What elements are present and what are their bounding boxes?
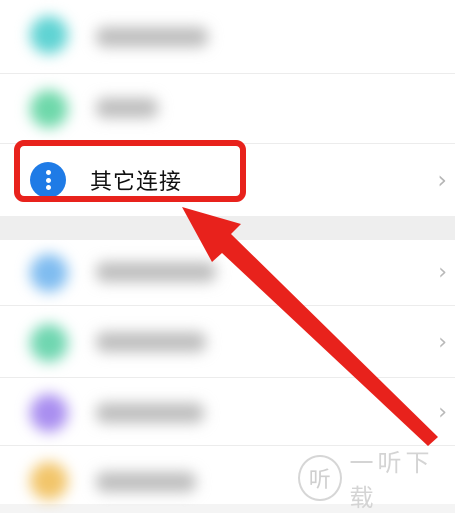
chevron-right-icon: › xyxy=(438,330,447,355)
list-item[interactable]: › xyxy=(0,240,455,306)
list-item[interactable] xyxy=(0,74,455,144)
watermark: 听 一听下载 xyxy=(298,449,455,512)
list-item[interactable] xyxy=(0,0,455,74)
app-icon xyxy=(30,90,68,128)
app-icon xyxy=(30,254,68,292)
chevron-right-icon: › xyxy=(438,400,447,425)
highlight-box xyxy=(14,140,246,202)
list-item[interactable]: › xyxy=(0,306,455,378)
app-icon xyxy=(30,462,68,500)
app-icon xyxy=(30,394,68,432)
chevron-right-icon: › xyxy=(437,166,447,194)
watermark-logo: 听 xyxy=(298,455,342,501)
app-icon xyxy=(30,324,68,362)
blurred-label xyxy=(96,332,206,352)
blurred-label xyxy=(96,27,208,47)
section-divider xyxy=(0,216,455,240)
settings-list: 其它连接 › › › › xyxy=(0,0,455,504)
app-icon xyxy=(30,16,68,54)
watermark-text: 一听下载 xyxy=(349,449,434,512)
blurred-label xyxy=(96,403,204,423)
blurred-label xyxy=(96,472,196,492)
list-item[interactable]: › xyxy=(0,378,455,446)
blurred-label xyxy=(96,98,158,118)
chevron-right-icon: › xyxy=(438,260,447,285)
blurred-label xyxy=(96,262,216,282)
